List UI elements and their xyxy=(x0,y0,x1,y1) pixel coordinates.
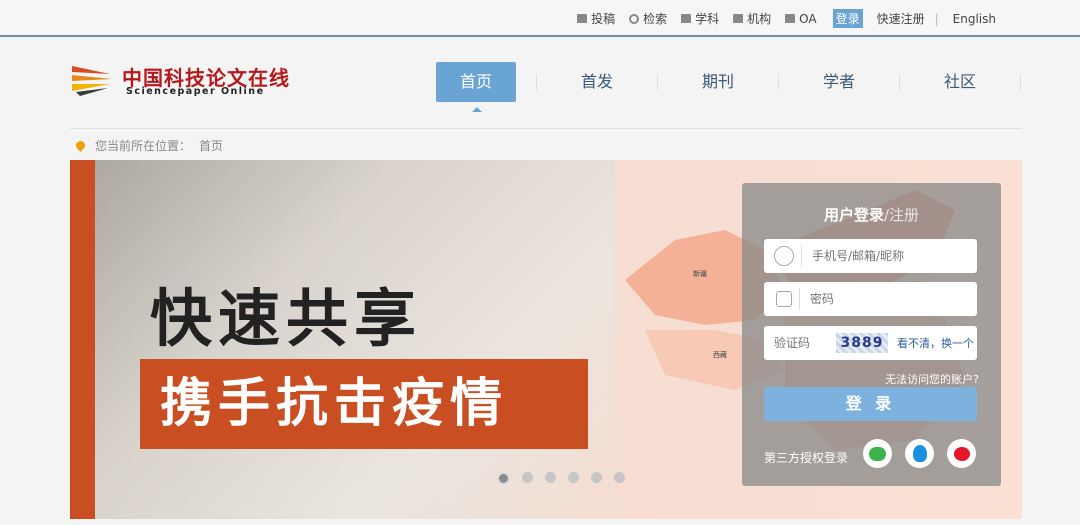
carousel-dot[interactable] xyxy=(545,472,556,483)
map-label-xinjiang: 新疆 xyxy=(693,269,707,278)
breadcrumb-current[interactable]: 首页 xyxy=(199,137,223,154)
password-field[interactable] xyxy=(764,282,977,316)
carousel-dot[interactable] xyxy=(568,472,579,483)
nav-institution-label: 机构 xyxy=(747,12,772,26)
field-separator xyxy=(801,245,802,267)
tab-journals-label: 期刊 xyxy=(701,72,734,91)
third-party-label: 第三方授权登录 xyxy=(764,451,849,465)
login-title-text: 用户登录 xyxy=(823,206,884,224)
top-register-link[interactable]: 快速注册 xyxy=(877,10,925,27)
captcha-field[interactable]: 3889 看不清，换一个 xyxy=(764,326,977,360)
logo-mark-icon xyxy=(72,66,112,96)
tab-home-label: 首页 xyxy=(459,72,492,91)
nav-institution[interactable]: 机构 xyxy=(733,10,771,27)
banner-stripe xyxy=(70,160,95,519)
top-login-link[interactable]: 登录 xyxy=(832,9,863,28)
separator: | xyxy=(934,11,939,26)
nav-submit[interactable]: 投稿 xyxy=(577,10,615,27)
carousel-dot[interactable] xyxy=(614,472,625,483)
nav-submit-label: 投稿 xyxy=(591,12,616,26)
map-label-xizang: 西藏 xyxy=(713,350,727,359)
qq-icon xyxy=(912,445,927,462)
logo-en-text: Sciencepaper Online xyxy=(126,86,265,97)
english-link[interactable]: English xyxy=(953,12,996,26)
carousel-dot[interactable] xyxy=(497,472,510,485)
search-icon xyxy=(629,13,640,24)
tab-scholars-label: 学者 xyxy=(822,72,855,91)
captcha-image[interactable]: 3889 xyxy=(836,333,888,353)
mail-icon xyxy=(577,14,588,23)
lock-icon xyxy=(776,291,792,307)
monitor-icon xyxy=(785,14,796,23)
tab-home[interactable]: 首页 xyxy=(436,62,537,102)
location-pin-icon xyxy=(74,139,87,152)
wechat-icon xyxy=(869,446,886,461)
tab-first-release-label: 首发 xyxy=(580,72,613,91)
weibo-icon xyxy=(953,446,970,461)
login-panel: 用户登录/注册 3889 看不清，换一个 无法访问您的账户? 登 录 第三方授权… xyxy=(742,183,1001,486)
username-input[interactable] xyxy=(810,248,964,264)
breadcrumb-prefix: 您当前所在位置： xyxy=(95,139,192,153)
carousel-dot[interactable] xyxy=(522,472,533,483)
banner-headline: 快速共享 xyxy=(150,282,423,355)
password-input[interactable] xyxy=(808,291,962,307)
nav-oa-label: OA xyxy=(799,11,817,26)
nav-discipline[interactable]: 学科 xyxy=(681,10,719,27)
wechat-login-button[interactable] xyxy=(863,439,892,468)
tab-first-release[interactable]: 首发 xyxy=(557,62,658,102)
nav-oa[interactable]: OA xyxy=(785,11,817,26)
tab-divider xyxy=(899,74,900,90)
login-title: 用户登录/注册 xyxy=(742,204,1001,225)
top-nav: 投稿 检索 学科 机构 OA 登录 快速注册 | English xyxy=(563,9,996,28)
register-link[interactable]: /注册 xyxy=(884,206,919,224)
nav-search-label: 检索 xyxy=(643,12,668,26)
book-icon xyxy=(681,14,692,23)
main-nav: 首页 首发 期刊 学者 社区 xyxy=(436,62,1041,102)
breadcrumb: 您当前所在位置： 首页 xyxy=(74,137,223,154)
qq-login-button[interactable] xyxy=(905,439,934,468)
tab-divider xyxy=(778,74,779,90)
tab-divider xyxy=(536,74,537,90)
nav-search[interactable]: 检索 xyxy=(629,10,667,27)
nav-discipline-label: 学科 xyxy=(695,12,720,26)
tab-community-label: 社区 xyxy=(943,72,976,91)
user-icon xyxy=(774,246,794,266)
header-divider xyxy=(70,128,1022,129)
username-field[interactable] xyxy=(764,239,977,273)
tab-community[interactable]: 社区 xyxy=(920,62,1021,102)
carousel-dot[interactable] xyxy=(591,472,602,483)
field-separator xyxy=(799,288,800,310)
banner-slogan: 携手抗击疫情 xyxy=(140,359,588,449)
carousel-dots xyxy=(497,472,637,485)
top-bar: 投稿 检索 学科 机构 OA 登录 快速注册 | English xyxy=(0,0,1080,37)
tab-divider xyxy=(657,74,658,90)
site-logo[interactable]: 中国科技论文在线 Sciencepaper Online xyxy=(70,60,310,100)
tab-scholars[interactable]: 学者 xyxy=(799,62,900,102)
captcha-refresh-link[interactable]: 看不清，换一个 xyxy=(897,335,974,351)
captcha-input[interactable] xyxy=(772,335,836,351)
forgot-account-link[interactable]: 无法访问您的账户? xyxy=(885,371,979,387)
login-button[interactable]: 登 录 xyxy=(764,387,977,421)
tab-journals[interactable]: 期刊 xyxy=(678,62,779,102)
building-icon xyxy=(733,14,744,23)
tab-divider xyxy=(1020,74,1021,90)
weibo-login-button[interactable] xyxy=(947,439,976,468)
